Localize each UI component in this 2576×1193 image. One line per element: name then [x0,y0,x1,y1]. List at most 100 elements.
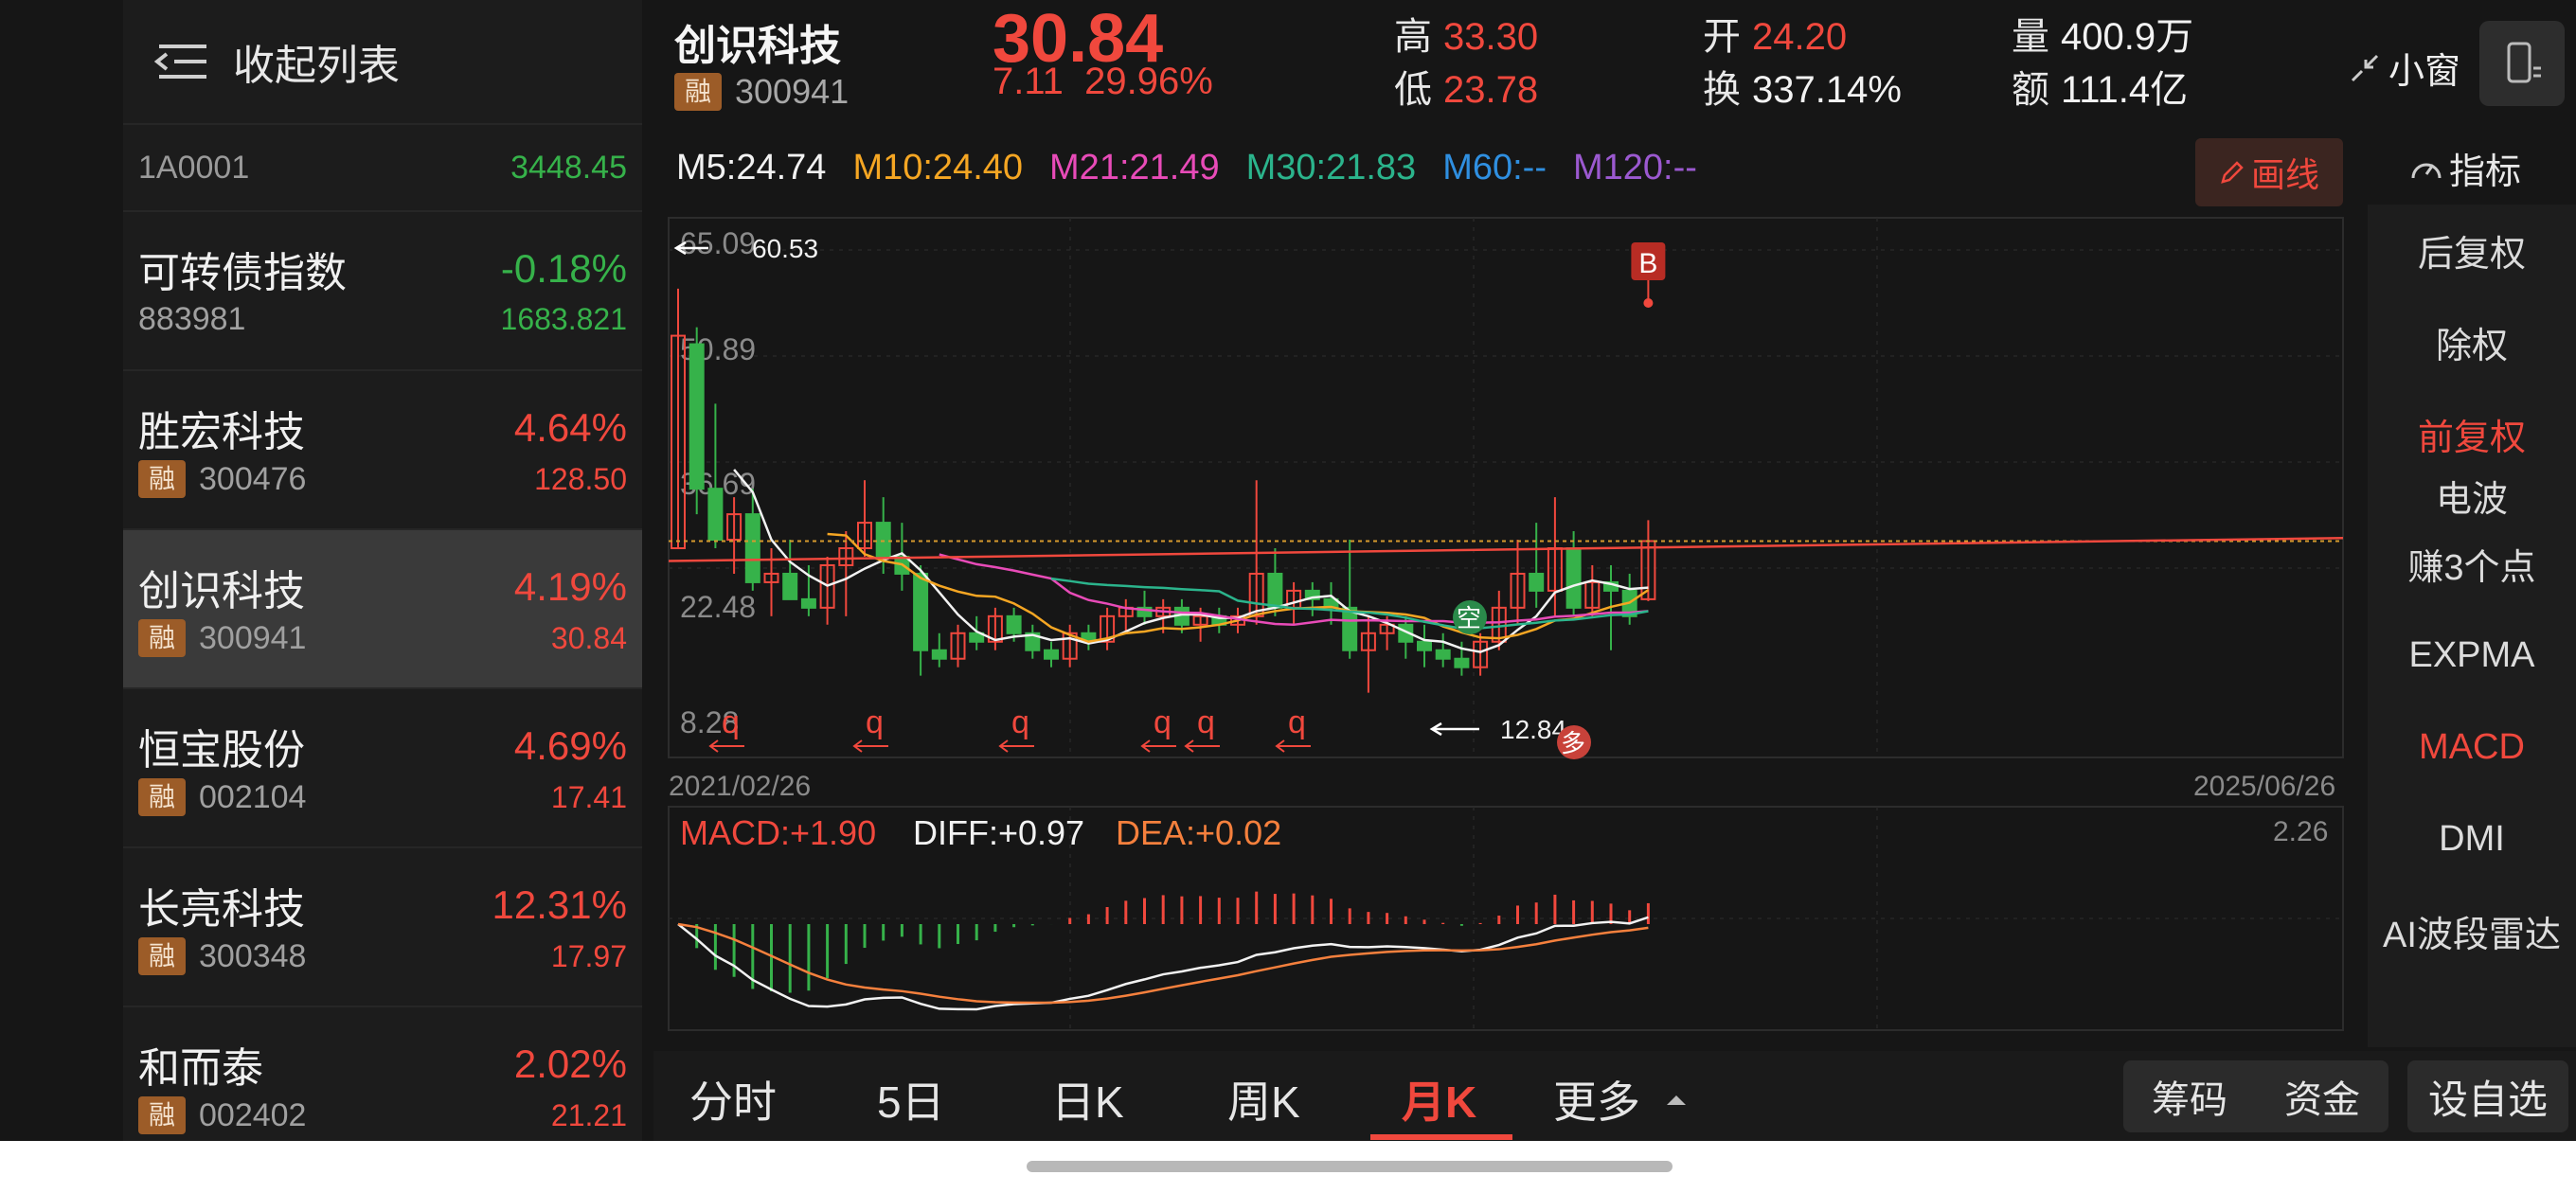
candle-down [689,343,705,490]
stock-item-bottom: 883981 1683.821 [138,301,627,338]
dea-value-label: DEA:+0.02 [1116,813,1281,852]
stock-item-top: 恒宝股份 4.69% [138,716,627,776]
high-stat: 高 33.30 [1394,16,1539,58]
min-price-label: 12.84 [1500,715,1566,744]
stock-item-name: 长亮科技 [138,886,305,933]
candle-down [800,597,816,609]
stock-list-item[interactable]: 恒宝股份 4.69% 融 002104 17.41 [123,689,642,848]
stock-item-bottom: 融 300476 128.50 [138,460,627,498]
stock-item-bottom: 融 300941 30.84 [138,619,627,657]
candle-down [1454,657,1470,668]
tab-weekly-k[interactable]: 周K [1227,1068,1300,1131]
chips-button[interactable]: 筹码 [2152,1069,2227,1124]
shrink-icon [2351,54,2379,81]
stock-item-code-row: 融 002402 [138,1096,306,1134]
amount-stat: 额 111.4亿 [2012,69,2189,111]
tab-more-label: 更多 [1553,1077,1640,1127]
stock-item-code: 300476 [199,460,307,497]
stock-item-price: 128.50 [534,461,627,496]
macd-chart[interactable]: MACD:+1.90 DIFF:+0.97 DEA:+0.02 2.26 [667,805,2345,1032]
collapse-list-button[interactable]: 收起列表 [123,0,642,125]
kline-chart[interactable]: 65.0950.8936.6922.488.2860.5312.84q q q q q q… [667,216,2345,805]
indicator-item[interactable]: DMI [2368,793,2576,885]
ma10-label: M10:24.40 [852,148,1024,187]
stock-item-bottom: 融 300348 17.97 [138,937,627,975]
stock-item-price: 1683.821 [500,302,627,336]
funds-button[interactable]: 资金 [2284,1069,2360,1124]
change-percent: 29.96% [1084,61,1213,102]
stock-item-code-row: 883981 [138,301,245,338]
ma120-label: M120:-- [1572,148,1697,187]
macd-top-value: 2.26 [2273,816,2328,847]
indicator-item[interactable]: MACD [2368,702,2576,793]
collapse-list-icon [153,45,206,79]
stock-item-code: 300941 [199,619,307,656]
indicator-label: 指标 [2449,152,2522,192]
stock-item-top: 和而泰 2.02% [138,1034,627,1095]
moving-average-bar: M5:24.74 M10:24.40 M21:21.49 M30:21.83 M… [676,148,1697,188]
tab-daily-k[interactable]: 日K [1051,1068,1124,1131]
margin-badge: 融 [138,937,186,975]
tab-monthly-k[interactable]: 月K [1402,1068,1476,1131]
end-date-label: 2025/06/26 [2193,771,2335,802]
stock-item-code: 300348 [199,937,307,974]
stock-item-percent: 4.69% [513,723,627,768]
stock-list-item[interactable]: 可转债指数 -0.18% 883981 1683.821 [123,212,642,371]
indicator-item[interactable]: 除权 [2368,296,2576,388]
stock-item-bottom: 融 002104 17.41 [138,778,627,816]
indicator-item[interactable]: 赚3个点 [2368,518,2576,610]
indicator-item-clipped[interactable]: 电波 [2368,480,2576,518]
stock-list-item[interactable]: 创识科技 4.19% 融 300941 30.84 [123,530,642,689]
indicator-button[interactable]: 指标 [2407,142,2521,194]
draw-line-button[interactable]: 画线 [2195,138,2343,206]
stock-list-item[interactable]: 胜宏科技 4.64% 融 300476 128.50 [123,371,642,530]
stock-item-code-row: 融 300941 [138,619,306,657]
home-indicator[interactable] [1027,1161,1673,1172]
candle-down [744,513,760,583]
max-price-label: 60.53 [752,234,818,263]
add-favorite-button[interactable]: 设自选 [2407,1060,2568,1132]
ma30-label: M30:21.83 [1245,148,1417,187]
tab-intraday[interactable]: 分时 [689,1068,777,1131]
indicator-item[interactable]: AI波段雷达 [2368,885,2576,977]
stock-item-percent: 12.31% [492,882,627,927]
dea-line [677,922,1649,1005]
margin-badge: 融 [138,1096,186,1134]
diff-line [677,916,1649,1011]
stock-item-top: 创识科技 4.19% [138,557,627,617]
indicator-item[interactable]: 前复权 [2368,388,2576,480]
q-marker: q [1154,704,1172,740]
ma60-label: M60:-- [1442,148,1547,187]
indicator-item[interactable]: 后复权 [2368,205,2576,296]
stock-item-name: 创识科技 [138,568,305,614]
landscape-toggle-button[interactable] [2479,21,2565,106]
mini-window-button[interactable]: 小窗 [2349,42,2460,94]
candle-down [1565,547,1582,609]
stock-item-top: 可转债指数 -0.18% [138,239,627,299]
stock-code-row: 融 300941 [674,72,849,112]
candle-down [931,649,947,660]
draw-line-label: 画线 [2250,155,2319,194]
index-row[interactable]: 1A0001 3448.45 [123,125,642,212]
stock-item-code: 002104 [199,778,307,815]
indicator-panel: 后复权 除权 前复权 电波 赚3个点 EXPMA MACD DMI AI波段雷达 [2368,205,2576,1047]
buy-marker-dot [1643,298,1654,308]
candle-down [875,522,891,558]
buy-marker-label: B [1638,248,1657,279]
stock-list-sidebar: 收起列表 1A0001 3448.45 可转债指数 -0.18% 883981 168… [123,0,642,1166]
stock-item-code-row: 融 300348 [138,937,306,975]
tab-more[interactable]: 更多 [1553,1068,1693,1131]
stock-item-price: 17.97 [550,938,627,973]
stock-item-name: 恒宝股份 [138,727,305,774]
mini-window-label: 小窗 [2388,52,2461,92]
stock-item-code: 002402 [199,1096,307,1133]
stock-item-name: 和而泰 [138,1045,263,1092]
stock-item-top: 胜宏科技 4.64% [138,398,627,458]
diff-value-label: DIFF:+0.97 [913,813,1084,852]
tab-5day[interactable]: 5日 [877,1068,945,1131]
stock-item-percent: 4.19% [513,564,627,609]
indicator-item[interactable]: EXPMA [2368,610,2576,702]
candle-down [782,572,798,600]
stock-list-item[interactable]: 长亮科技 12.31% 融 300348 17.97 [123,848,642,1007]
chip-funds-group: 筹码 资金 [2123,1060,2388,1132]
